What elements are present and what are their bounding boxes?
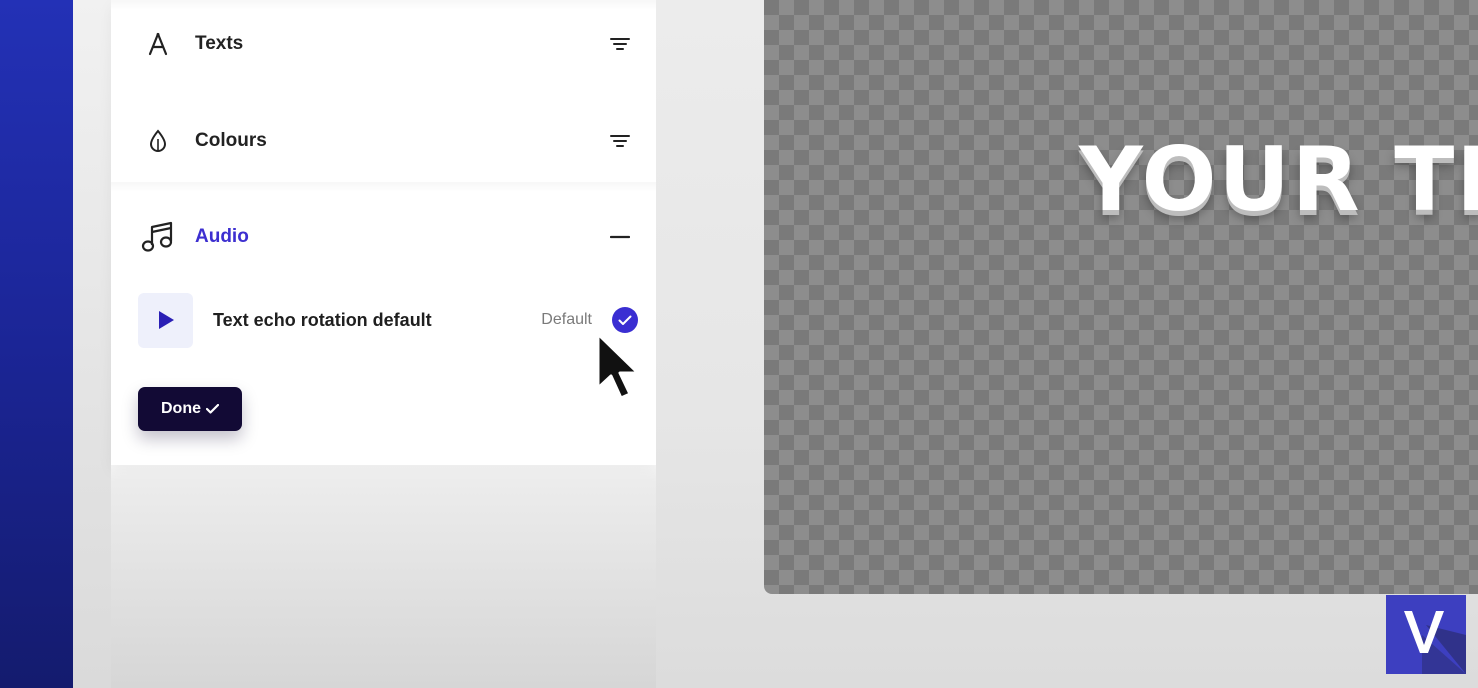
text-font-icon <box>141 27 175 61</box>
top-divider <box>111 0 656 10</box>
section-colours-label: Colours <box>195 130 267 151</box>
done-button[interactable]: Done <box>138 387 242 431</box>
check-icon <box>206 404 219 414</box>
audio-list-item[interactable]: Text echo rotation default Default <box>138 292 638 348</box>
section-texts-label: Texts <box>195 33 244 54</box>
section-colours[interactable]: Colours <box>141 121 631 161</box>
transparent-canvas-preview[interactable]: YOUR TI <box>764 0 1478 594</box>
selected-check-icon[interactable] <box>612 307 638 333</box>
section-audio[interactable]: Audio <box>141 217 631 257</box>
brand-logo <box>1386 595 1466 674</box>
section-divider <box>111 182 656 192</box>
done-button-label: Done <box>161 400 201 417</box>
audio-item-default-tag: Default <box>541 311 592 328</box>
play-button[interactable] <box>138 292 193 348</box>
section-texts[interactable]: Texts <box>141 24 631 64</box>
settings-panel: Texts Colours Audio Text echo rotation d… <box>111 0 656 688</box>
canvas-title-text: YOUR TI <box>1079 128 1478 231</box>
audio-item-title: Text echo rotation default <box>213 309 432 330</box>
play-icon <box>158 311 174 329</box>
drop-icon <box>141 124 175 158</box>
filter-icon[interactable] <box>609 33 631 55</box>
section-audio-label: Audio <box>195 226 249 247</box>
mouse-pointer-icon <box>596 332 640 400</box>
left-blue-strip <box>0 0 73 688</box>
settings-card: Texts Colours Audio Text echo rotation d… <box>111 0 656 465</box>
music-note-icon <box>141 220 175 254</box>
filter-icon[interactable] <box>609 130 631 152</box>
panel-gutter <box>73 0 111 688</box>
minus-icon[interactable] <box>609 226 631 248</box>
